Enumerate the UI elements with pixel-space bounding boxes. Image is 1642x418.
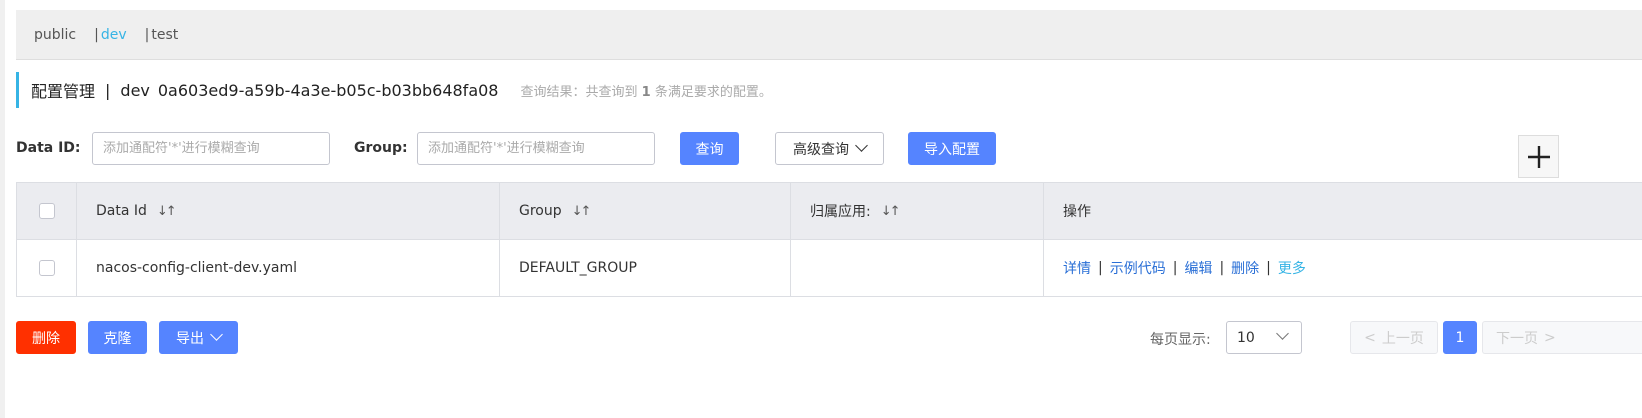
page-title-text: 配置管理 (31, 82, 96, 101)
prev-page-button[interactable]: < 上一页 (1350, 321, 1438, 354)
cell-actions: 详情 | 示例代码 | 编辑 | 删除 | 更多 (1043, 240, 1642, 296)
prev-page-label: 上一页 (1381, 330, 1424, 347)
sort-icon[interactable]: ↓↑ (881, 204, 901, 219)
import-config-button[interactable]: 导入配置 (908, 132, 996, 165)
add-config-button[interactable] (1518, 135, 1559, 178)
bulk-delete-label: 删除 (32, 330, 60, 347)
export-button[interactable]: 导出 (159, 321, 238, 354)
title-accent-bar (16, 72, 19, 108)
column-actions-label: 操作 (1063, 204, 1091, 220)
chevron-down-icon (1276, 327, 1289, 340)
page-number-current[interactable]: 1 (1443, 321, 1477, 354)
page-size-value: 10 (1237, 329, 1255, 346)
namespace-bar: public | dev | test (16, 10, 1642, 60)
column-actions: 操作 (1043, 183, 1642, 239)
import-config-label: 导入配置 (924, 141, 980, 158)
cell-data-id: nacos-config-client-dev.yaml (76, 240, 499, 296)
header-checkbox-cell (16, 183, 76, 239)
left-edge (0, 0, 5, 418)
row-checkbox-cell (16, 240, 76, 296)
table-row: nacos-config-client-dev.yaml DEFAULT_GRO… (16, 240, 1642, 297)
namespace-public[interactable]: public (34, 27, 76, 43)
page-size-select[interactable]: 10 (1226, 321, 1302, 354)
action-separator: | (1172, 260, 1178, 276)
page-title: 配置管理 | dev 0a603ed9-a59b-4a3e-b05c-b03bb… (16, 72, 772, 108)
action-edit-link[interactable]: 编辑 (1184, 258, 1212, 278)
bulk-delete-button[interactable]: 删除 (16, 321, 76, 354)
sort-icon[interactable]: ↓↑ (157, 204, 177, 219)
column-app[interactable]: 归属应用: ↓↑ (790, 183, 1043, 239)
action-more-link[interactable]: 更多 (1278, 258, 1306, 278)
namespace-id: 0a603ed9-a59b-4a3e-b05c-b03bb648fa08 (157, 80, 499, 100)
action-details-link[interactable]: 详情 (1063, 258, 1091, 278)
next-page-label: 下一页 (1496, 330, 1538, 347)
cell-group: DEFAULT_GROUP (499, 240, 790, 296)
column-app-label: 归属应用: (810, 204, 871, 220)
chevron-right-icon: > (1544, 329, 1556, 346)
data-id-label: Data ID: (16, 140, 81, 156)
query-result-prefix: 查询结果：共查询到 (520, 84, 638, 100)
chevron-down-icon (210, 328, 223, 341)
action-separator: | (1266, 260, 1271, 276)
namespace-name: dev (120, 80, 150, 100)
advanced-search-label: 高级查询 (793, 141, 849, 158)
plus-icon (1527, 145, 1550, 168)
clone-button[interactable]: 克隆 (88, 321, 147, 354)
page-size-label: 每页显示: (1150, 332, 1211, 348)
namespace-dev[interactable]: dev (101, 27, 127, 43)
sort-icon[interactable]: ↓↑ (572, 204, 592, 219)
next-page-button[interactable]: 下一页 > (1482, 321, 1642, 354)
search-button-label: 查询 (695, 141, 724, 158)
clone-label: 克隆 (103, 330, 132, 347)
column-group-label: Group (519, 203, 562, 219)
group-input[interactable] (417, 132, 655, 165)
action-separator: | (1098, 260, 1103, 276)
query-result-suffix: 条满足要求的配置。 (654, 84, 772, 100)
column-data-id[interactable]: Data Id ↓↑ (76, 183, 499, 239)
query-result: 查询结果：共查询到 1 条满足要求的配置。 (520, 81, 771, 100)
action-delete-link[interactable]: 删除 (1231, 258, 1259, 278)
advanced-search-button[interactable]: 高级查询 (775, 132, 884, 165)
group-label: Group: (354, 140, 408, 156)
namespace-separator: | (144, 26, 150, 43)
namespace-separator: | (94, 26, 99, 43)
data-id-input[interactable] (92, 132, 330, 165)
row-checkbox[interactable] (38, 260, 55, 276)
action-separator: | (1219, 260, 1225, 276)
chevron-down-icon (855, 139, 868, 152)
search-button[interactable]: 查询 (680, 132, 739, 165)
cell-app (790, 240, 1043, 296)
action-sample-code-link[interactable]: 示例代码 (1110, 258, 1166, 278)
export-label: 导出 (176, 330, 204, 347)
query-result-count: 1 (641, 84, 651, 100)
table-header: Data Id ↓↑ Group ↓↑ 归属应用: ↓↑ 操作 (16, 183, 1642, 240)
column-data-id-label: Data Id (96, 203, 147, 219)
current-page-label: 1 (1455, 329, 1465, 346)
select-all-checkbox[interactable] (38, 203, 55, 219)
title-separator: | (105, 80, 111, 100)
chevron-left-icon: < (1364, 329, 1376, 346)
namespace-test[interactable]: test (151, 27, 178, 43)
config-table: Data Id ↓↑ Group ↓↑ 归属应用: ↓↑ 操作 nacos-confi… (16, 182, 1642, 297)
column-group[interactable]: Group ↓↑ (499, 183, 790, 239)
